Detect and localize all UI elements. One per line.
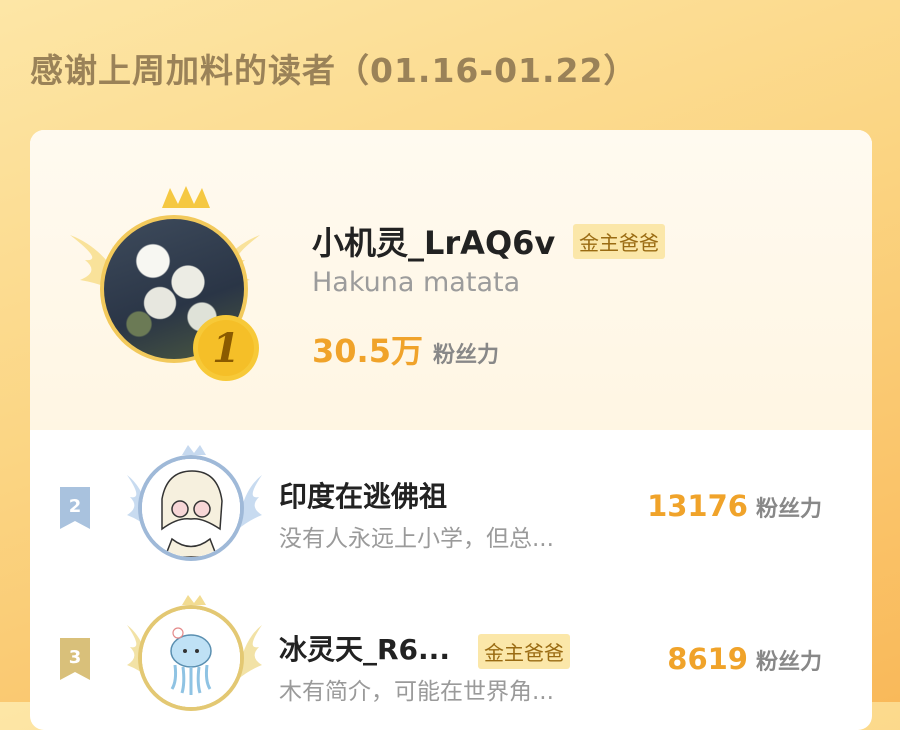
fans-label: 粉丝力 (432, 343, 499, 368)
rank-1-medal-icon: 1 (190, 312, 262, 388)
svg-text:2: 2 (69, 496, 82, 517)
leaderboard-card: 1 小机灵_LrAQ6v 金主爸爸 Hakuna matata 30.5万 粉丝力… (30, 130, 872, 730)
fans-label: 粉丝力 (755, 650, 822, 675)
page-title: 感谢上周加料的读者（01.16-01.22） (30, 51, 638, 90)
user-bio: Hakuna matata (312, 267, 521, 298)
leaderboard-row-2[interactable]: 2 印度在逃佛祖 没有人永远上小学，但总... 13176 粉丝力 (30, 435, 872, 585)
svg-text:3: 3 (69, 647, 82, 668)
avatar[interactable] (142, 459, 240, 557)
svg-text:1: 1 (212, 325, 240, 372)
user-bio: 没有人永远上小学，但总... (279, 526, 554, 552)
fans-value: 8619 (667, 642, 748, 676)
user-name[interactable]: 冰灵天_R6... (279, 628, 450, 668)
leaderboard-row-1[interactable]: 1 小机灵_LrAQ6v 金主爸爸 Hakuna matata 30.5万 粉丝力 (30, 130, 872, 430)
fans-score: 30.5万 粉丝力 (312, 326, 499, 372)
user-name[interactable]: 印度在逃佛祖 (279, 475, 447, 515)
silver-wings-icon (122, 445, 267, 575)
fans-score: 8619 粉丝力 (667, 642, 822, 676)
avatar[interactable] (142, 609, 240, 707)
fans-value: 13176 (647, 489, 748, 523)
rank-2-flag-icon: 2 (60, 487, 90, 529)
leaderboard-row-3[interactable]: 3 冰灵天_R6... 金主爸爸 木有简介，可能在世界角... 8619 粉丝力 (30, 590, 872, 730)
patron-badge: 金主爸爸 (573, 224, 665, 259)
fans-score: 13176 粉丝力 (647, 489, 822, 523)
fans-value: 30.5万 (312, 332, 423, 370)
user-bio: 木有简介，可能在世界角... (279, 679, 554, 705)
user-name[interactable]: 小机灵_LrAQ6v (312, 218, 555, 264)
rank-3-flag-icon: 3 (60, 638, 90, 680)
bronze-wings-icon (122, 595, 267, 725)
patron-badge: 金主爸爸 (478, 634, 570, 669)
fans-label: 粉丝力 (755, 497, 822, 522)
